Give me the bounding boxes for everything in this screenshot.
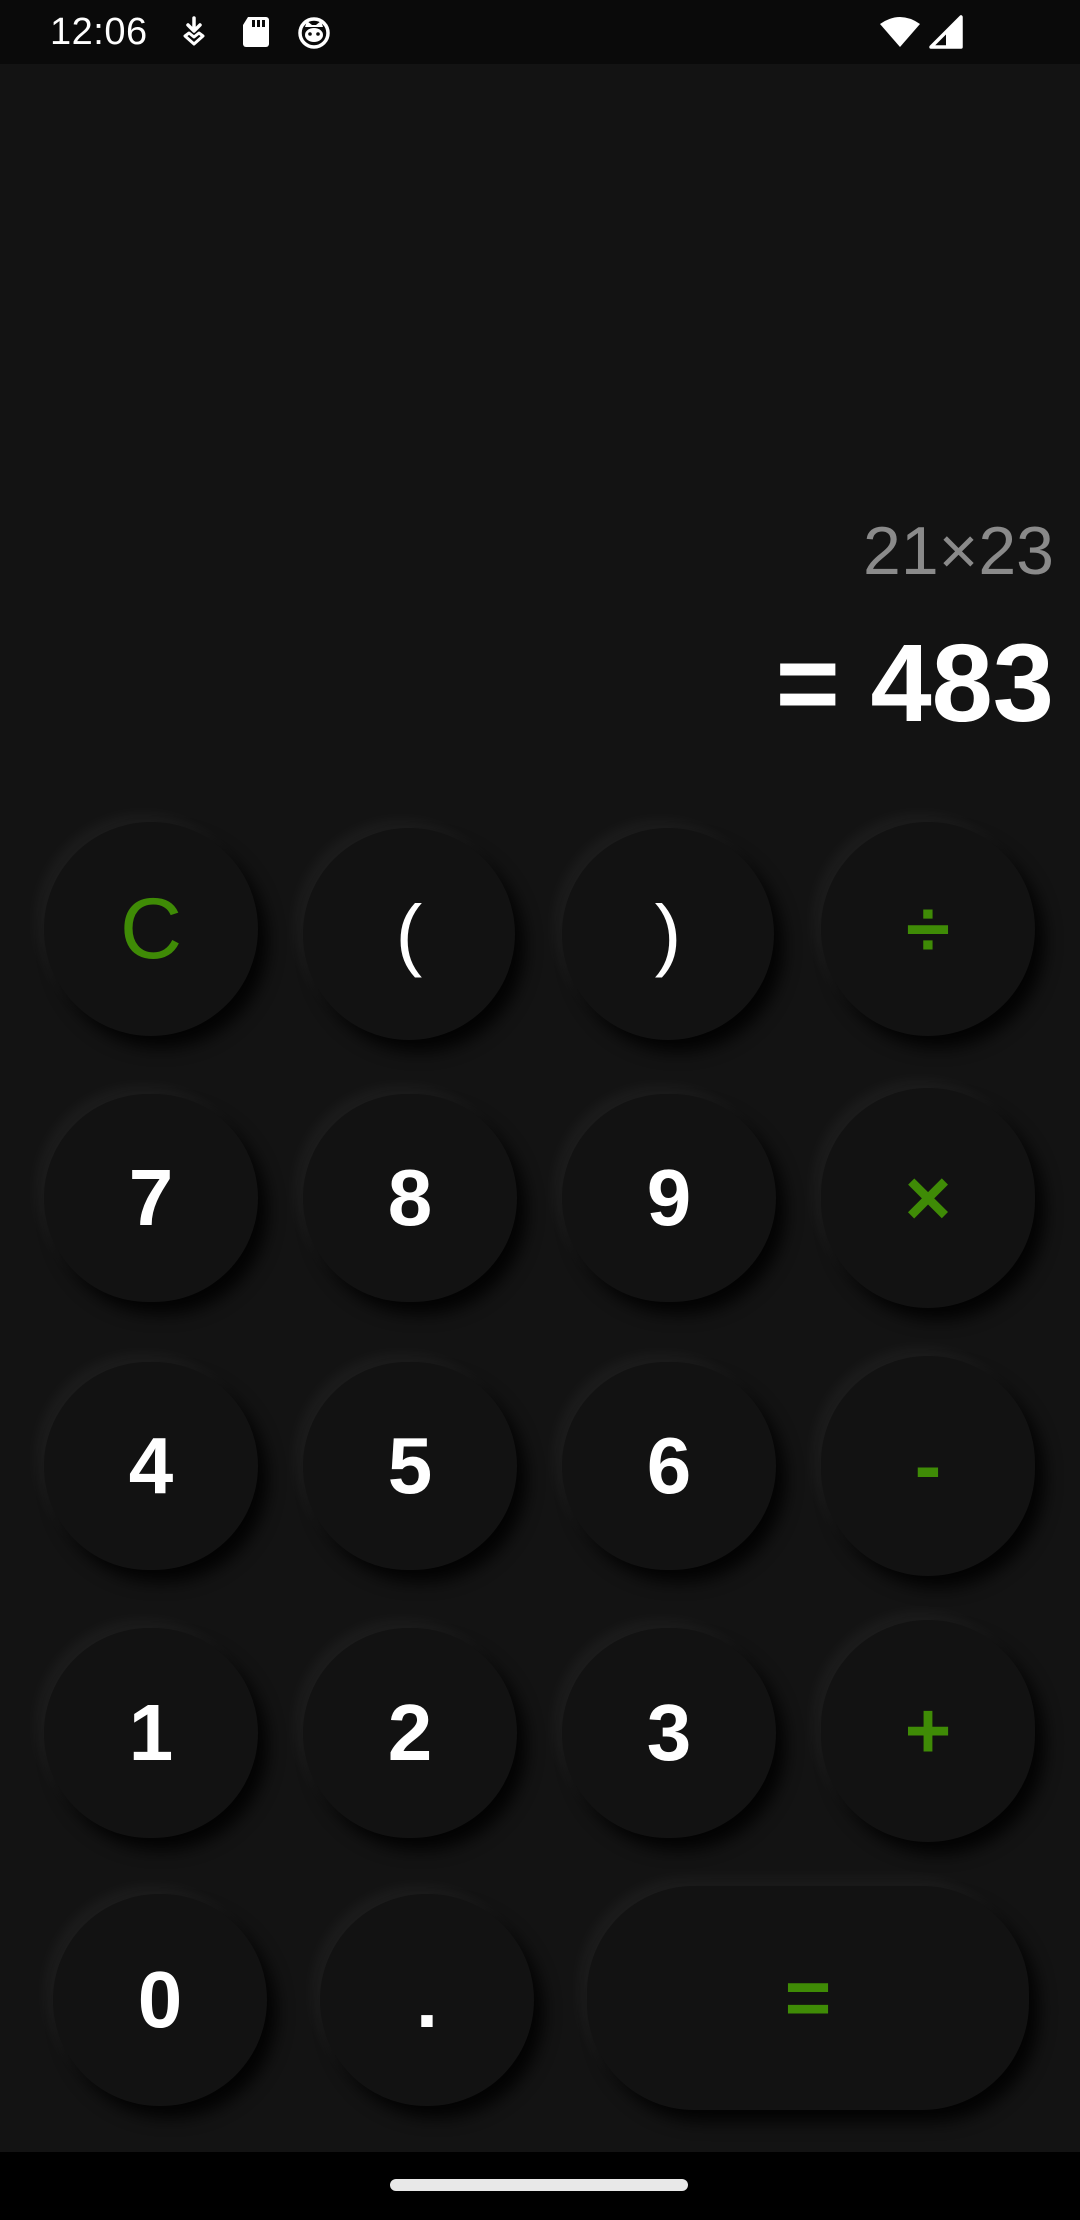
digit-5-button[interactable]: 5: [303, 1362, 517, 1570]
decimal-button[interactable]: .: [320, 1894, 534, 2106]
calculator-screen: 21×23 = 483 C ( ) ÷ 7 8 9 × 4 5 6 - 1 2 …: [0, 64, 1080, 2152]
plus-button[interactable]: +: [821, 1620, 1035, 1842]
cell-signal-icon: [929, 15, 963, 49]
close-paren-button[interactable]: ): [562, 828, 774, 1040]
minus-button[interactable]: -: [821, 1356, 1035, 1576]
sd-card-icon: [243, 17, 269, 47]
clear-button[interactable]: C: [44, 822, 258, 1036]
digit-3-button[interactable]: 3: [562, 1628, 776, 1838]
result-display: = 483: [775, 622, 1054, 745]
digit-8-button[interactable]: 8: [303, 1094, 517, 1302]
divide-button[interactable]: ÷: [821, 822, 1035, 1036]
digit-9-button[interactable]: 9: [562, 1094, 776, 1302]
cat-face-icon: [298, 17, 330, 49]
wifi-icon: [880, 17, 920, 47]
digit-1-button[interactable]: 1: [44, 1628, 258, 1838]
digit-0-button[interactable]: 0: [53, 1894, 267, 2106]
multiply-button[interactable]: ×: [821, 1088, 1035, 1308]
home-gesture-handle[interactable]: [390, 2179, 688, 2191]
digit-4-button[interactable]: 4: [44, 1362, 258, 1570]
open-paren-button[interactable]: (: [303, 828, 515, 1040]
digit-6-button[interactable]: 6: [562, 1362, 776, 1570]
equals-button[interactable]: =: [587, 1886, 1029, 2110]
digit-2-button[interactable]: 2: [303, 1628, 517, 1838]
status-time: 12:06: [50, 11, 148, 53]
digit-7-button[interactable]: 7: [44, 1094, 258, 1302]
expression-display: 21×23: [863, 513, 1054, 589]
download-notification-icon: [183, 16, 205, 46]
navigation-bar: [0, 2152, 1080, 2220]
status-bar: 12:06: [0, 0, 1080, 64]
